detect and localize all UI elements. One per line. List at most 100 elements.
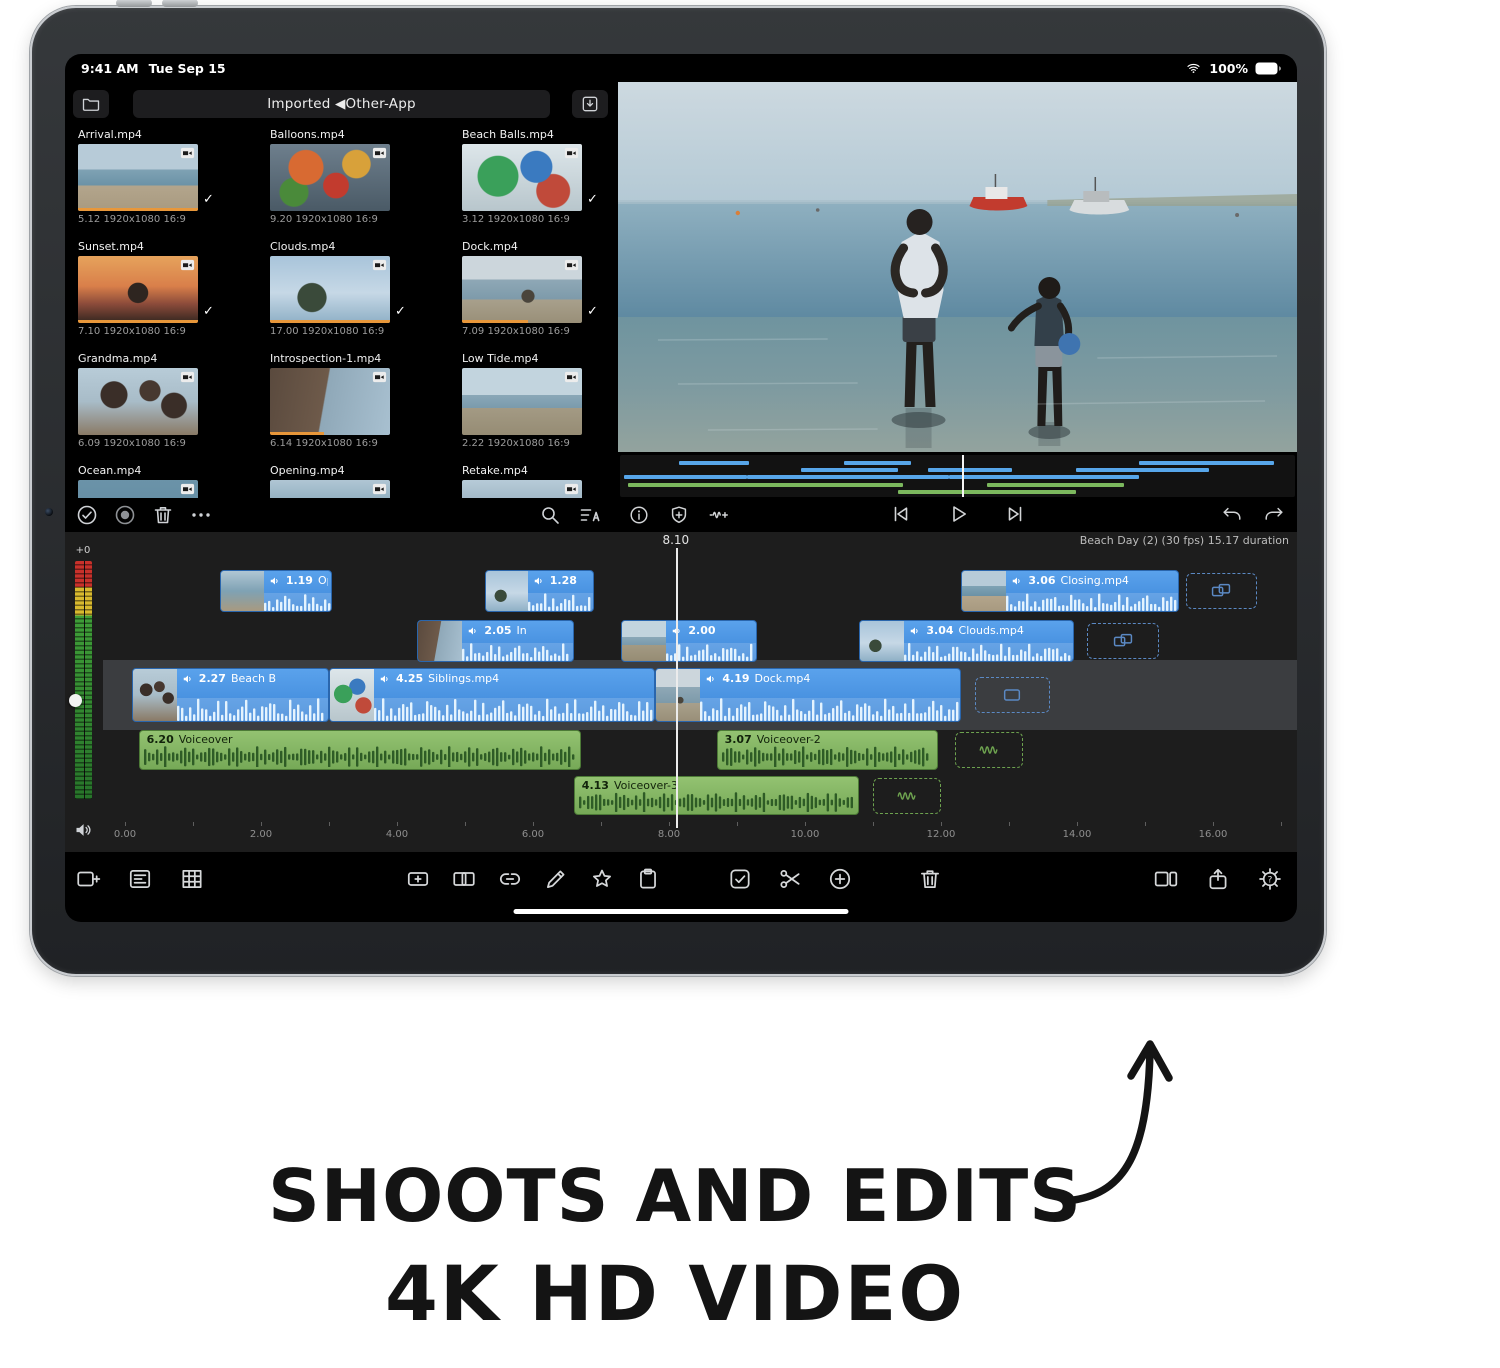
timeline-video-clip[interactable]: 1.19Oper — [220, 570, 332, 612]
more-icon[interactable] — [189, 503, 213, 527]
clip-thumbnail[interactable] — [462, 144, 582, 211]
overview-clip-bar — [1139, 461, 1274, 465]
select-circle-icon[interactable] — [75, 503, 99, 527]
ruler-tick — [941, 822, 942, 826]
timeline-placeholder[interactable] — [873, 778, 941, 814]
library-clip[interactable]: Clouds.mp4✓17.00 1920x1080 16:9 — [270, 240, 442, 352]
clip-thumbnail[interactable] — [270, 368, 390, 435]
home-indicator[interactable] — [514, 909, 849, 914]
insert-icon[interactable] — [405, 866, 431, 892]
record-icon[interactable] — [113, 503, 137, 527]
front-camera — [45, 508, 53, 516]
library-clip[interactable]: Balloons.mp49.20 1920x1080 16:9 — [270, 128, 442, 240]
clipboard-icon[interactable] — [635, 866, 661, 892]
timeline-video-clip[interactable]: 4.25Siblings.mp4 — [329, 668, 655, 722]
waveform — [374, 698, 654, 721]
star-icon[interactable] — [589, 866, 615, 892]
library-clip[interactable]: Arrival.mp4✓5.12 1920x1080 16:9 — [78, 128, 250, 240]
toolbar-group-edit — [405, 866, 661, 892]
playhead-line[interactable] — [676, 548, 678, 828]
timeline-placeholder[interactable] — [955, 732, 1023, 768]
timeline-video-clip[interactable]: 4.19Dock.mp4 — [655, 668, 961, 722]
app-screen: 9:41 AM Tue Sep 15 100% Imported ◀Other-… — [65, 54, 1297, 922]
skip-back-icon[interactable] — [888, 502, 912, 526]
frames-icon[interactable] — [179, 866, 205, 892]
layout-icon[interactable] — [1153, 866, 1179, 892]
library-folder-button[interactable] — [73, 90, 109, 118]
library-clip[interactable]: Dock.mp4✓7.09 1920x1080 16:9 — [462, 240, 618, 352]
timeline-panel[interactable]: 8.10 Beach Day (2) (30 fps) 15.17 durati… — [65, 532, 1297, 852]
add-source-icon[interactable] — [75, 866, 101, 892]
timeline-audio-clip[interactable]: 6.20Voiceover — [139, 730, 581, 770]
library-clip[interactable]: Ocean.mp4 — [78, 464, 250, 498]
library-clip[interactable]: Sunset.mp4✓7.10 1920x1080 16:9 — [78, 240, 250, 352]
overlap-ghost-icon — [1112, 630, 1134, 652]
timeline-placeholder[interactable] — [975, 677, 1050, 713]
timeline-video-clip[interactable]: 2.00 — [621, 620, 757, 662]
search-icon[interactable] — [538, 503, 562, 527]
library-clip[interactable]: Beach Balls.mp4✓3.12 1920x1080 16:9 — [462, 128, 618, 240]
waveform — [177, 698, 328, 721]
settings-help-icon[interactable]: ? — [1257, 866, 1283, 892]
overwrite-icon[interactable] — [451, 866, 477, 892]
info-icon[interactable] — [628, 504, 650, 526]
camera-icon — [564, 147, 579, 159]
pencil-icon[interactable] — [543, 866, 569, 892]
overview-timeline[interactable] — [620, 455, 1295, 497]
check-icon: ✓ — [395, 304, 406, 323]
share-icon[interactable] — [1205, 866, 1231, 892]
preview-video[interactable] — [618, 82, 1297, 452]
timeline-audio-clip[interactable]: 4.13Voiceover-3 — [574, 776, 860, 815]
library-clip[interactable]: Introspection-1.mp46.14 1920x1080 16:9 — [270, 352, 442, 464]
timeline-placeholder[interactable] — [1087, 623, 1158, 659]
timeline-audio-clip[interactable]: 3.07Voiceover-2 — [717, 730, 938, 770]
clip-thumbnail[interactable] — [78, 368, 198, 435]
shield-plus-icon[interactable] — [668, 504, 690, 526]
clip-thumbnail[interactable] — [78, 256, 198, 323]
sort-icon[interactable] — [578, 503, 602, 527]
wave-plus-icon[interactable] — [708, 504, 730, 526]
timeline-video-clip[interactable]: 2.27Beach B — [132, 668, 329, 722]
overview-playhead[interactable] — [962, 455, 964, 497]
timeline-video-clip[interactable]: 3.04Clouds.mp4 — [859, 620, 1073, 662]
clip-list-icon[interactable] — [127, 866, 153, 892]
camera-icon — [372, 259, 387, 271]
clip-thumbnail[interactable] — [78, 480, 198, 498]
library-clip[interactable]: Opening.mp4 — [270, 464, 442, 498]
clip-thumbnail[interactable] — [462, 480, 582, 498]
add-circle-icon[interactable] — [827, 866, 853, 892]
undo-icon[interactable] — [1221, 504, 1243, 526]
trash-icon[interactable] — [917, 866, 943, 892]
timeline-video-clip[interactable]: 2.05In — [417, 620, 573, 662]
select-check-icon[interactable] — [727, 866, 753, 892]
clip-thumbnail[interactable] — [462, 256, 582, 323]
redo-icon[interactable] — [1263, 504, 1285, 526]
ruler-label: 6.00 — [522, 829, 544, 840]
library-clip[interactable]: Retake.mp4 — [462, 464, 618, 498]
timeline-ruler[interactable]: 0.002.004.006.008.0010.0012.0014.0016.00 — [65, 820, 1297, 848]
clip-thumbnail[interactable] — [270, 144, 390, 211]
clip-name: Introspection-1.mp4 — [270, 352, 442, 365]
clip-audio-wave — [177, 698, 328, 721]
play-icon[interactable] — [946, 502, 970, 526]
link-icon[interactable] — [497, 866, 523, 892]
timeline-placeholder[interactable] — [1186, 573, 1257, 609]
trash-icon[interactable] — [151, 503, 175, 527]
clip-thumbnail[interactable] — [462, 368, 582, 435]
clip-thumbnail[interactable] — [270, 480, 390, 498]
skip-forward-icon[interactable] — [1004, 502, 1028, 526]
timeline-video-clip[interactable]: 3.06Closing.mp4 — [961, 570, 1179, 612]
library-clip[interactable]: Grandma.mp46.09 1920x1080 16:9 — [78, 352, 250, 464]
timeline-video-clip[interactable]: 1.28 — [485, 570, 594, 612]
library-breadcrumb[interactable]: Imported ◀Other-App — [133, 90, 550, 118]
clip-thumbnail[interactable] — [78, 144, 198, 211]
clip-name: Sunset.mp4 — [78, 240, 250, 253]
volume-slider-knob[interactable] — [69, 694, 82, 707]
library-import-button[interactable] — [572, 90, 608, 118]
clip-thumbnail[interactable] — [270, 256, 390, 323]
scissors-icon[interactable] — [777, 866, 803, 892]
overview-clip-bar — [844, 461, 912, 465]
ipad-device: 9:41 AM Tue Sep 15 100% Imported ◀Other-… — [30, 6, 1326, 976]
svg-text:?: ? — [1268, 874, 1273, 885]
library-clip[interactable]: Low Tide.mp42.22 1920x1080 16:9 — [462, 352, 618, 464]
